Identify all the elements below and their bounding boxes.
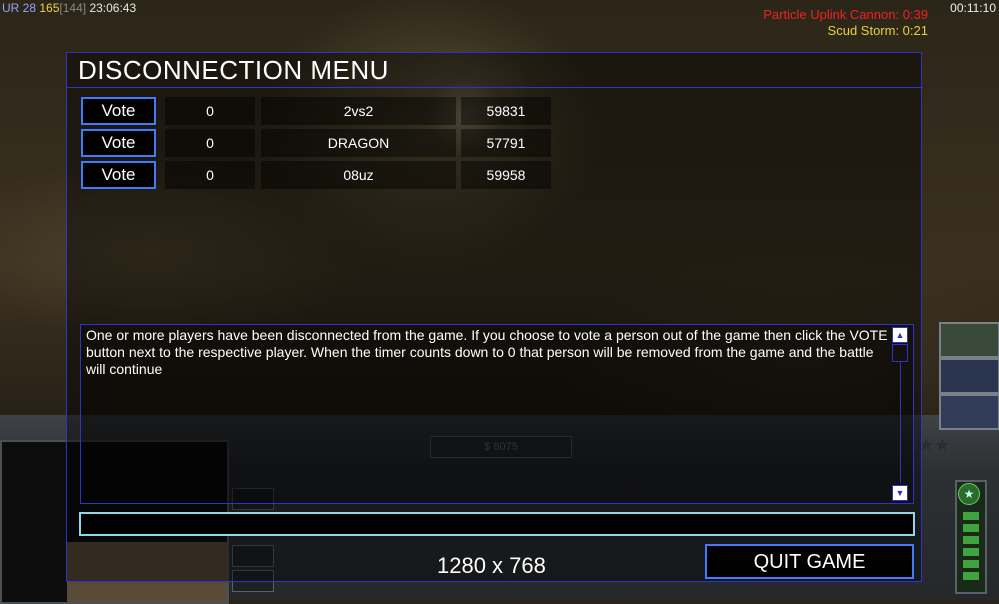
disconnect-timer: 57791 <box>461 129 551 157</box>
sidebar-cameo-2[interactable] <box>939 358 999 394</box>
player-name: 2vs2 <box>261 97 456 125</box>
superweapon-timer-scud: Scud Storm: 0:21 <box>827 23 928 38</box>
disconnect-timer: 59831 <box>461 97 551 125</box>
scroll-down-arrow-icon[interactable]: ▼ <box>892 485 908 501</box>
disconnection-menu: DISCONNECTION MENU Vote 0 2vs2 59831 Vot… <box>66 52 923 582</box>
rank-label: UR 28 <box>2 1 37 15</box>
power-segment <box>963 536 979 544</box>
player-name: DRAGON <box>261 129 456 157</box>
sidebar-cameo-1[interactable] <box>939 322 999 358</box>
scroll-up-arrow-icon[interactable]: ▲ <box>892 327 908 343</box>
bracket-value: [144] <box>59 1 87 15</box>
game-timer: 00:11:10 <box>950 1 996 15</box>
money-value: 165 <box>39 1 60 15</box>
power-segment <box>963 572 979 580</box>
vote-count: 0 <box>165 97 255 125</box>
scrollbar-track[interactable] <box>900 361 901 483</box>
disconnect-timer: 59958 <box>461 161 551 189</box>
menu-title: DISCONNECTION MENU <box>78 55 389 85</box>
vote-button[interactable]: Vote <box>81 161 156 189</box>
info-message: One or more players have been disconnect… <box>86 327 888 377</box>
player-stats: UR 28 165[144] 23:06:43 <box>2 1 136 15</box>
resolution-label: 1280 x 768 <box>437 553 546 578</box>
vote-count: 0 <box>165 161 255 189</box>
chat-input[interactable] <box>79 512 915 536</box>
power-segment <box>963 560 979 568</box>
superweapon-timer-particle: Particle Uplink Cannon: 0:39 <box>763 7 928 22</box>
power-segment <box>963 512 979 520</box>
scrollbar-thumb[interactable] <box>892 344 908 362</box>
player-name: 08uz <box>261 161 456 189</box>
star-icon: ★ <box>958 483 980 505</box>
vote-button[interactable]: Vote <box>81 97 156 125</box>
vote-count: 0 <box>165 129 255 157</box>
info-message-box: One or more players have been disconnect… <box>80 324 914 504</box>
vote-button[interactable]: Vote <box>81 129 156 157</box>
quit-game-button[interactable]: QUIT GAME <box>705 544 914 579</box>
clock-time: 23:06:43 <box>89 1 137 15</box>
sidebar-cameo-3[interactable] <box>939 394 999 430</box>
star-decoration: ★★ <box>918 435 951 455</box>
power-segment <box>963 548 979 556</box>
title-divider <box>67 87 923 88</box>
power-segment <box>963 524 979 532</box>
